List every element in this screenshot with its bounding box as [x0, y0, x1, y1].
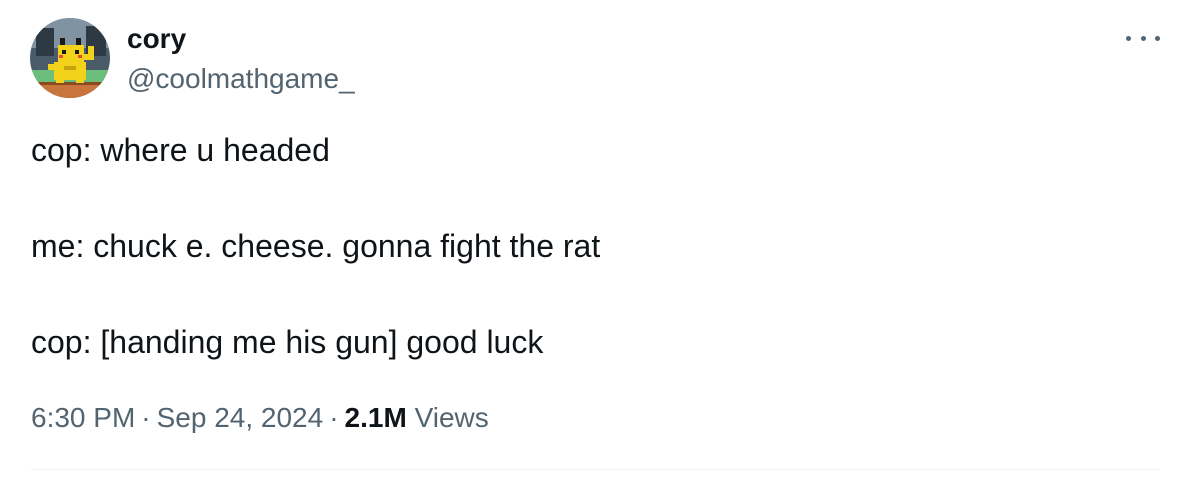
more-dot: [1140, 35, 1146, 41]
divider: [31, 469, 1160, 470]
tweet-card: cory @coolmathgame_ cop: where u headed …: [0, 0, 1188, 486]
tweet-meta: 6:30 PM · Sep 24, 2024 · 2.1M Views: [31, 401, 489, 435]
views-label: Views: [414, 402, 489, 433]
avatar[interactable]: [30, 18, 110, 98]
user-info: cory @coolmathgame_: [127, 22, 355, 96]
tweet-time[interactable]: 6:30 PM: [31, 402, 135, 433]
more-horizontal-icon[interactable]: [1126, 26, 1160, 50]
tweet-line: me: chuck e. cheese. gonna fight the rat: [31, 228, 601, 264]
more-dot: [1155, 35, 1160, 41]
meta-separator: ·: [141, 402, 151, 433]
more-dot: [1126, 35, 1131, 41]
meta-separator: ·: [329, 402, 339, 433]
tweet-text: cop: where u headed me: chuck e. cheese.…: [31, 131, 600, 361]
user-handle[interactable]: @coolmathgame_: [127, 62, 355, 96]
display-name[interactable]: cory: [127, 22, 355, 56]
tweet-line: cop: where u headed: [31, 132, 330, 168]
tweet-date[interactable]: Sep 24, 2024: [157, 402, 324, 433]
tweet-line: cop: [handing me his gun] good luck: [31, 324, 544, 360]
views-count[interactable]: 2.1M: [345, 402, 407, 433]
pikachu-avatar-image: [30, 18, 110, 98]
